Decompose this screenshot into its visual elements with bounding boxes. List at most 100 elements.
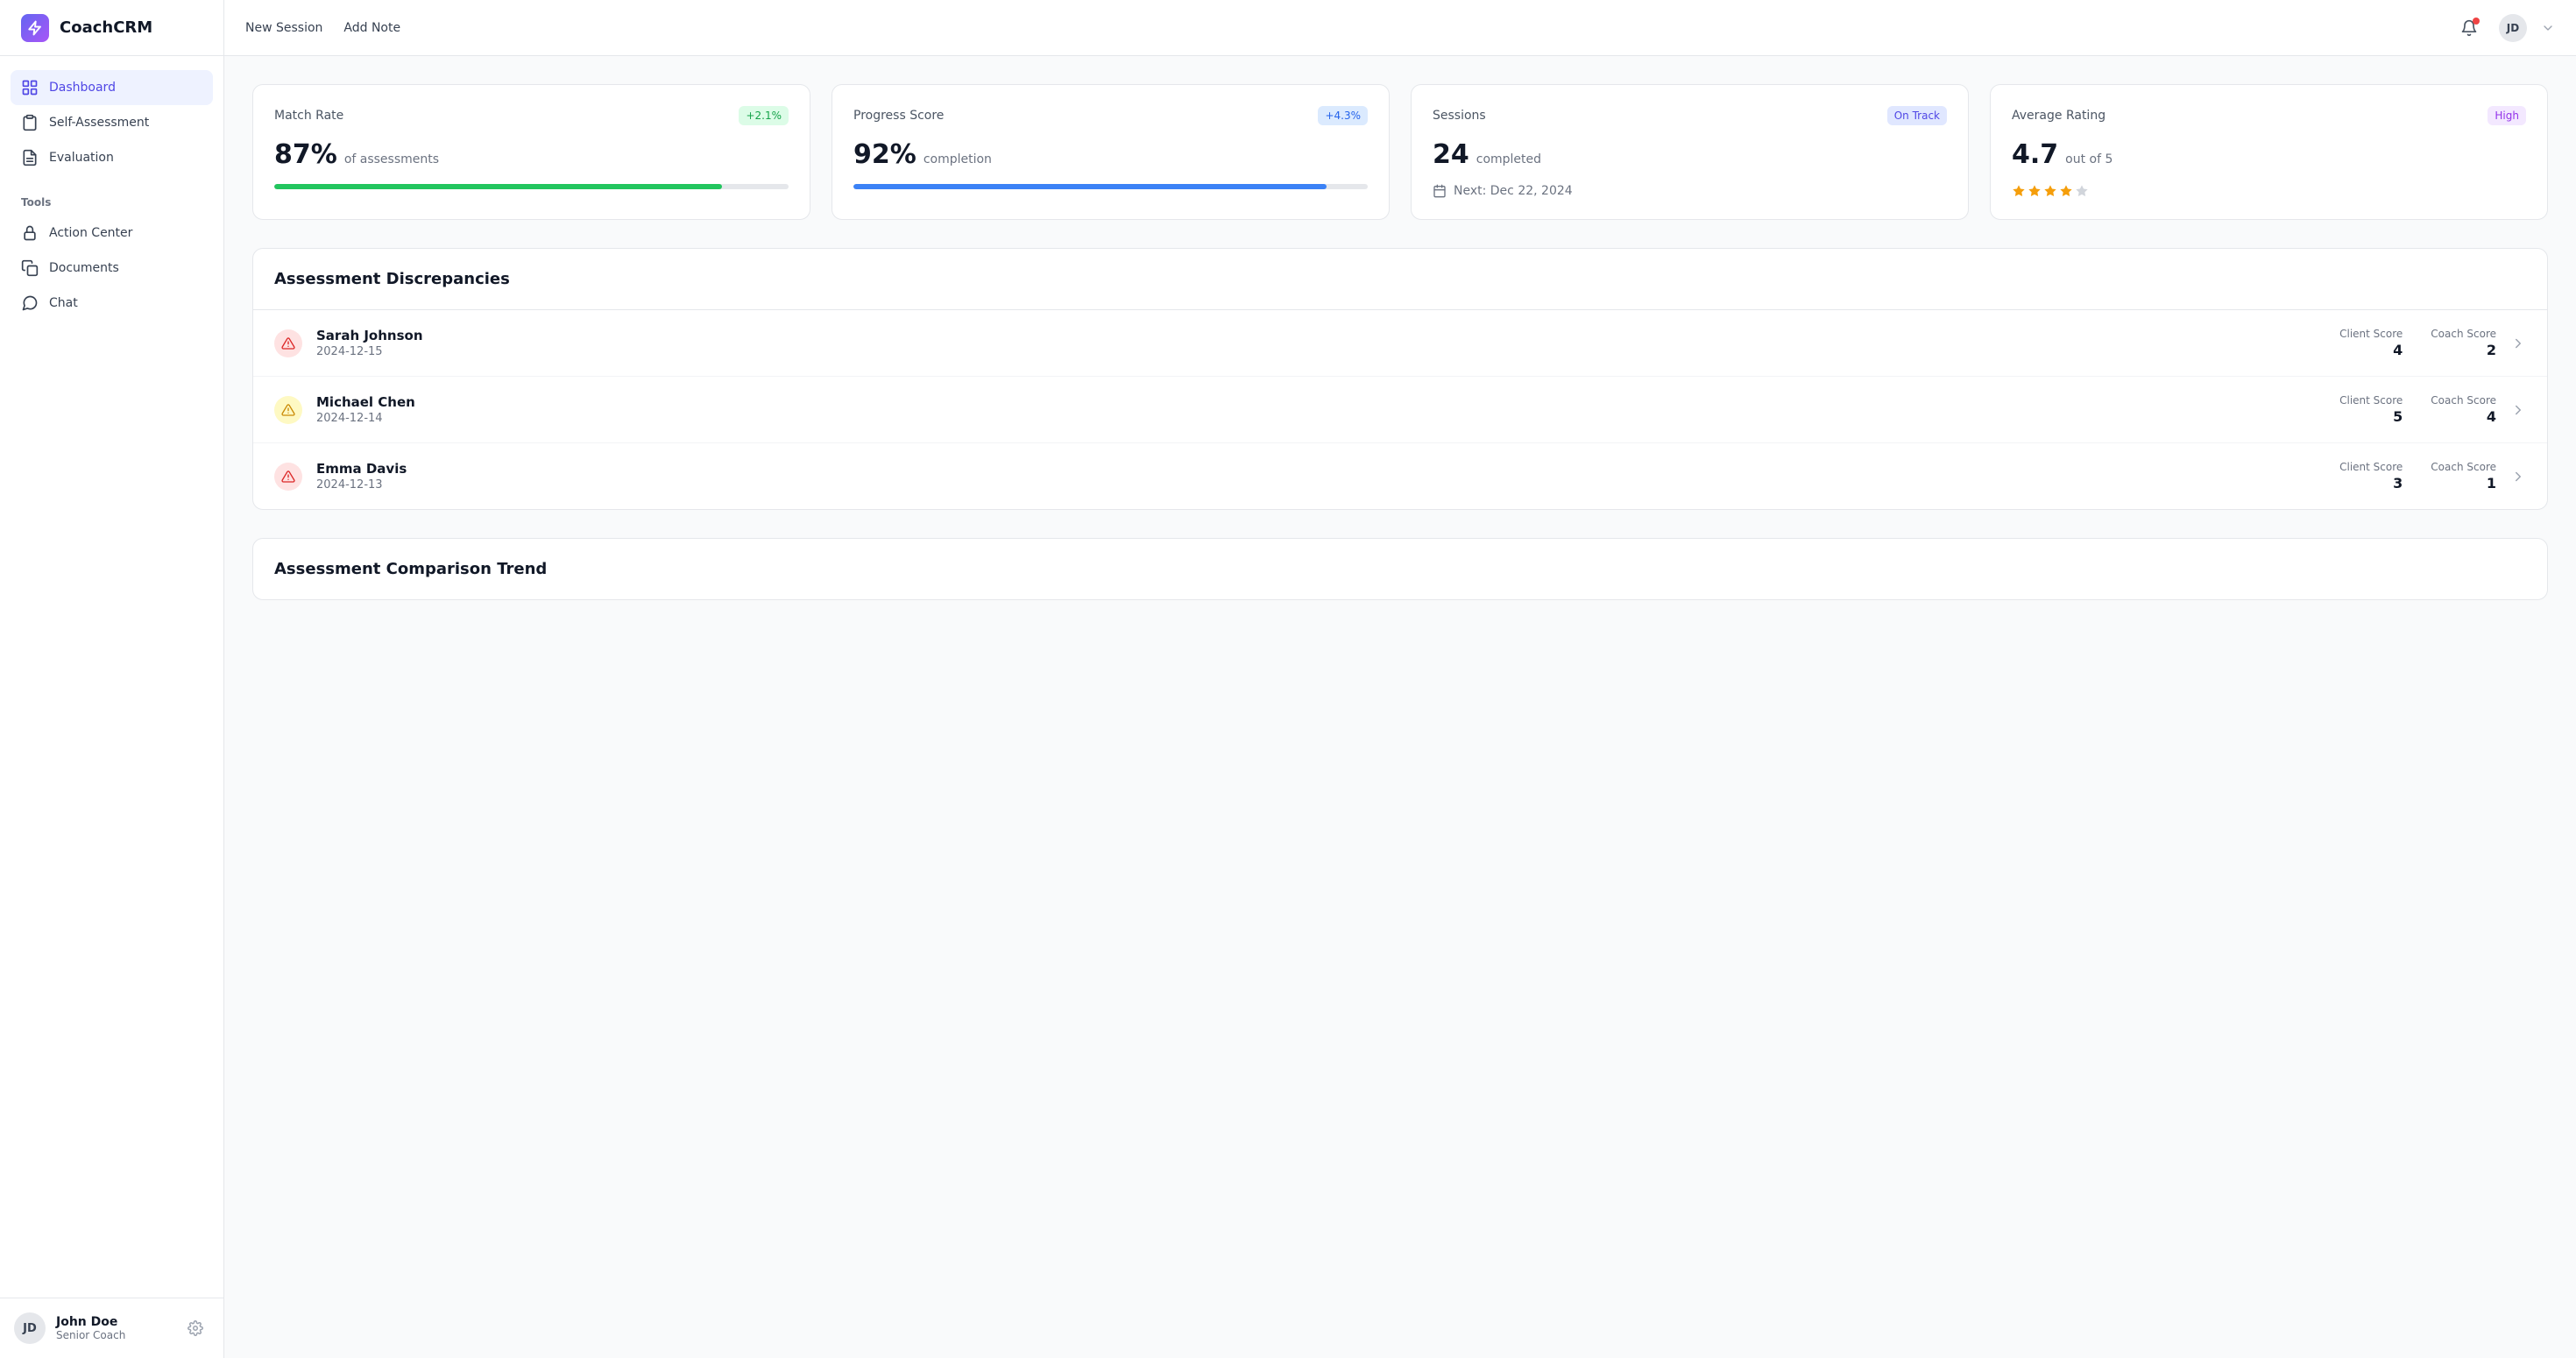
discrepancy-row[interactable]: Emma Davis 2024-12-13 Client Score 3 Coa… — [253, 443, 2547, 509]
user-meta: John Doe Senior Coach — [56, 1315, 171, 1341]
topbar-right: JD — [2453, 12, 2555, 44]
sidebar-item-label: Self-Assessment — [49, 116, 149, 130]
nav-section-tools-label: Tools — [11, 196, 213, 216]
client-score-col: Client Score 4 — [2339, 328, 2403, 358]
stat-sub: of assessments — [344, 152, 439, 166]
settings-button[interactable] — [181, 1314, 209, 1342]
sidebar-nav: Dashboard Self-Assessment Evaluation Tools… — [0, 56, 223, 1298]
sidebar-item-self-assessment[interactable]: Self-Assessment — [11, 105, 213, 140]
client-name: Emma Davis — [316, 461, 2325, 477]
logo-icon — [21, 14, 49, 42]
star-icon — [2059, 184, 2073, 198]
stat-grid: Match Rate +2.1% 87% of assessments Prog… — [252, 84, 2548, 220]
stat-value: 87% — [274, 139, 337, 170]
layout-grid-icon — [21, 79, 39, 96]
coach-score-col: Coach Score 1 — [2431, 461, 2496, 492]
sidebar-item-label: Documents — [49, 261, 119, 275]
chevron-right-icon — [2510, 469, 2526, 484]
discrepancies-list: Sarah Johnson 2024-12-15 Client Score 4 … — [253, 309, 2547, 509]
stat-value: 24 — [1433, 139, 1469, 170]
discrepancy-row[interactable]: Michael Chen 2024-12-14 Client Score 5 C… — [253, 377, 2547, 443]
sidebar-item-evaluation[interactable]: Evaluation — [11, 140, 213, 175]
gear-icon — [188, 1320, 203, 1336]
stat-sub: completion — [924, 152, 992, 166]
stat-title: Sessions — [1433, 109, 1486, 123]
sidebar-item-label: Dashboard — [49, 81, 116, 95]
star-rating — [2012, 184, 2526, 198]
next-session-row: Next: Dec 22, 2024 — [1433, 184, 1947, 198]
panel-title: Assessment Discrepancies — [274, 270, 2526, 288]
sidebar: CoachCRM Dashboard Self-Assessment Evaluat… — [0, 0, 224, 1358]
next-session-label: Next: Dec 22, 2024 — [1454, 184, 1573, 198]
stat-badge: High — [2488, 106, 2526, 125]
discrepancy-meta: Sarah Johnson 2024-12-15 — [316, 328, 2325, 358]
stat-title: Average Rating — [2012, 109, 2105, 123]
progress-bar — [853, 184, 1368, 189]
file-text-icon — [21, 149, 39, 166]
stat-value: 4.7 — [2012, 139, 2058, 170]
client-name: Michael Chen — [316, 394, 2325, 410]
score-label: Coach Score — [2431, 461, 2496, 473]
score-label: Client Score — [2339, 461, 2403, 473]
score-columns: Client Score 4 Coach Score 2 — [2339, 328, 2496, 358]
score-columns: Client Score 3 Coach Score 1 — [2339, 461, 2496, 492]
sidebar-item-label: Chat — [49, 296, 78, 310]
content[interactable]: Match Rate +2.1% 87% of assessments Prog… — [224, 56, 2576, 1358]
score-columns: Client Score 5 Coach Score 4 — [2339, 394, 2496, 425]
score-label: Coach Score — [2431, 328, 2496, 340]
sidebar-header: CoachCRM — [0, 0, 223, 56]
discrepancy-row[interactable]: Sarah Johnson 2024-12-15 Client Score 4 … — [253, 310, 2547, 377]
sidebar-footer: JD John Doe Senior Coach — [0, 1298, 223, 1358]
topbar-link-new-session[interactable]: New Session — [245, 21, 322, 35]
sidebar-item-label: Action Center — [49, 226, 132, 240]
discrepancy-meta: Michael Chen 2024-12-14 — [316, 394, 2325, 425]
coach-score-value: 2 — [2431, 342, 2496, 358]
coach-score-col: Coach Score 4 — [2431, 394, 2496, 425]
star-icon — [2028, 184, 2042, 198]
calendar-icon — [1433, 184, 1447, 198]
client-score-value: 3 — [2339, 475, 2403, 492]
topbar-link-add-note[interactable]: Add Note — [343, 21, 400, 35]
stat-value: 92% — [853, 139, 916, 170]
client-date: 2024-12-15 — [316, 345, 2325, 358]
progress-bar — [274, 184, 789, 189]
stat-card-match-rate: Match Rate +2.1% 87% of assessments — [252, 84, 810, 220]
sidebar-item-dashboard[interactable]: Dashboard — [11, 70, 213, 105]
coach-score-value: 1 — [2431, 475, 2496, 492]
discrepancy-meta: Emma Davis 2024-12-13 — [316, 461, 2325, 492]
stat-card-rating: Average Rating High 4.7 out of 5 — [1990, 84, 2548, 220]
score-label: Client Score — [2339, 394, 2403, 407]
stat-card-progress-score: Progress Score +4.3% 92% completion — [832, 84, 1390, 220]
coach-score-col: Coach Score 2 — [2431, 328, 2496, 358]
sidebar-item-documents[interactable]: Documents — [11, 251, 213, 286]
client-date: 2024-12-13 — [316, 478, 2325, 492]
user-name: John Doe — [56, 1315, 171, 1329]
brand-name: CoachCRM — [60, 18, 152, 37]
stat-badge: +4.3% — [1318, 106, 1368, 125]
star-icon — [2075, 184, 2089, 198]
client-score-col: Client Score 5 — [2339, 394, 2403, 425]
panel-title: Assessment Comparison Trend — [274, 560, 2526, 578]
client-name: Sarah Johnson — [316, 328, 2325, 343]
coach-score-value: 4 — [2431, 408, 2496, 425]
topbar-links: New Session Add Note — [245, 21, 400, 35]
user-avatar[interactable]: JD — [14, 1312, 46, 1344]
user-menu-toggle[interactable] — [2541, 21, 2555, 35]
stat-badge: +2.1% — [739, 106, 789, 125]
stat-sub: completed — [1476, 152, 1541, 166]
alert-triangle-icon — [274, 396, 302, 424]
stat-title: Match Rate — [274, 109, 343, 123]
clipboard-icon — [21, 114, 39, 131]
topbar-avatar[interactable]: JD — [2499, 14, 2527, 42]
chevron-right-icon — [2510, 402, 2526, 418]
star-icon — [2012, 184, 2026, 198]
notifications-button[interactable] — [2453, 12, 2485, 44]
notification-dot — [2473, 18, 2480, 25]
sidebar-item-chat[interactable]: Chat — [11, 286, 213, 321]
stat-badge: On Track — [1887, 106, 1947, 125]
main: New Session Add Note JD Match Rate +2.1% — [224, 0, 2576, 1358]
sidebar-item-label: Evaluation — [49, 151, 114, 165]
trend-panel: Assessment Comparison Trend — [252, 538, 2548, 600]
client-score-value: 5 — [2339, 408, 2403, 425]
sidebar-item-action-center[interactable]: Action Center — [11, 216, 213, 251]
